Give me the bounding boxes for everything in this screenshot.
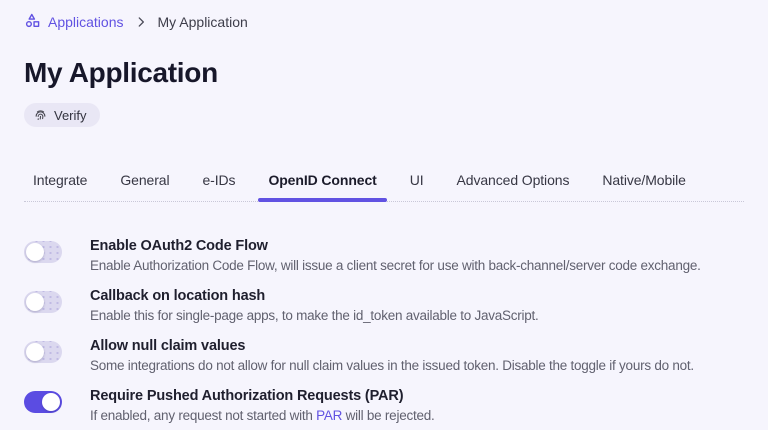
page-title: My Application bbox=[24, 57, 218, 88]
shapes-icon bbox=[24, 12, 41, 32]
tab-advanced-options[interactable]: Advanced Options bbox=[457, 172, 570, 201]
toggle-knob bbox=[26, 342, 44, 361]
setting-text: Enable OAuth2 Code Flow Enable Authoriza… bbox=[90, 237, 701, 275]
setting-label: Allow null claim values bbox=[90, 337, 246, 354]
toggle-allow-null-claim-values[interactable] bbox=[24, 340, 62, 363]
verify-button-label: Verify bbox=[54, 107, 87, 123]
openid-connect-settings: Enable OAuth2 Code Flow Enable Authoriza… bbox=[24, 237, 744, 425]
tab-openid-connect[interactable]: OpenID Connect bbox=[258, 172, 388, 202]
setting-description-text: If enabled, any request not started with bbox=[90, 407, 317, 423]
par-link[interactable]: PAR bbox=[316, 408, 342, 423]
setting-description: Some integrations do not allow for null … bbox=[90, 357, 694, 373]
toggle-callback-location-hash[interactable] bbox=[24, 290, 62, 313]
setting-row: Require Pushed Authorization Requests (P… bbox=[24, 387, 744, 425]
application-settings-page: Applications My Application My Applicati… bbox=[0, 0, 768, 425]
setting-label: Callback on location hash bbox=[90, 287, 266, 304]
tab-native-mobile[interactable]: Native/Mobile bbox=[602, 172, 686, 201]
setting-description-text: will be rejected. bbox=[342, 407, 435, 423]
setting-row: Enable OAuth2 Code Flow Enable Authoriza… bbox=[24, 237, 744, 275]
setting-description: Enable this for single-page apps, to mak… bbox=[90, 307, 539, 323]
setting-description: Enable Authorization Code Flow, will iss… bbox=[90, 257, 701, 273]
tab-integrate[interactable]: Integrate bbox=[33, 172, 87, 201]
fingerprint-icon bbox=[33, 108, 48, 123]
toggle-require-par[interactable] bbox=[24, 390, 62, 413]
breadcrumb-root-label: Applications bbox=[48, 14, 124, 30]
setting-row: Allow null claim values Some integration… bbox=[24, 337, 744, 375]
setting-label: Enable OAuth2 Code Flow bbox=[90, 237, 268, 254]
setting-label: Require Pushed Authorization Requests (P… bbox=[90, 387, 404, 404]
setting-description: If enabled, any request not started with… bbox=[90, 406, 435, 425]
setting-row: Callback on location hash Enable this fo… bbox=[24, 287, 744, 325]
toggle-oauth2-code-flow[interactable] bbox=[24, 240, 62, 263]
setting-text: Require Pushed Authorization Requests (P… bbox=[90, 387, 435, 425]
tab-e-ids[interactable]: e-IDs bbox=[202, 172, 235, 201]
setting-text: Allow null claim values Some integration… bbox=[90, 337, 694, 375]
breadcrumb-current-label: My Application bbox=[157, 14, 248, 30]
breadcrumb: Applications My Application bbox=[24, 12, 744, 32]
tab-bar: Integrate General e-IDs OpenID Connect U… bbox=[24, 172, 744, 202]
tab-ui[interactable]: UI bbox=[410, 172, 424, 201]
toggle-knob bbox=[26, 242, 44, 261]
verify-button[interactable]: Verify bbox=[24, 103, 100, 127]
chevron-right-icon bbox=[134, 15, 148, 29]
toggle-knob bbox=[42, 392, 60, 411]
toggle-knob bbox=[26, 292, 44, 311]
breadcrumb-link-applications[interactable]: Applications bbox=[24, 12, 124, 32]
tab-general[interactable]: General bbox=[120, 172, 169, 201]
setting-text: Callback on location hash Enable this fo… bbox=[90, 287, 539, 325]
